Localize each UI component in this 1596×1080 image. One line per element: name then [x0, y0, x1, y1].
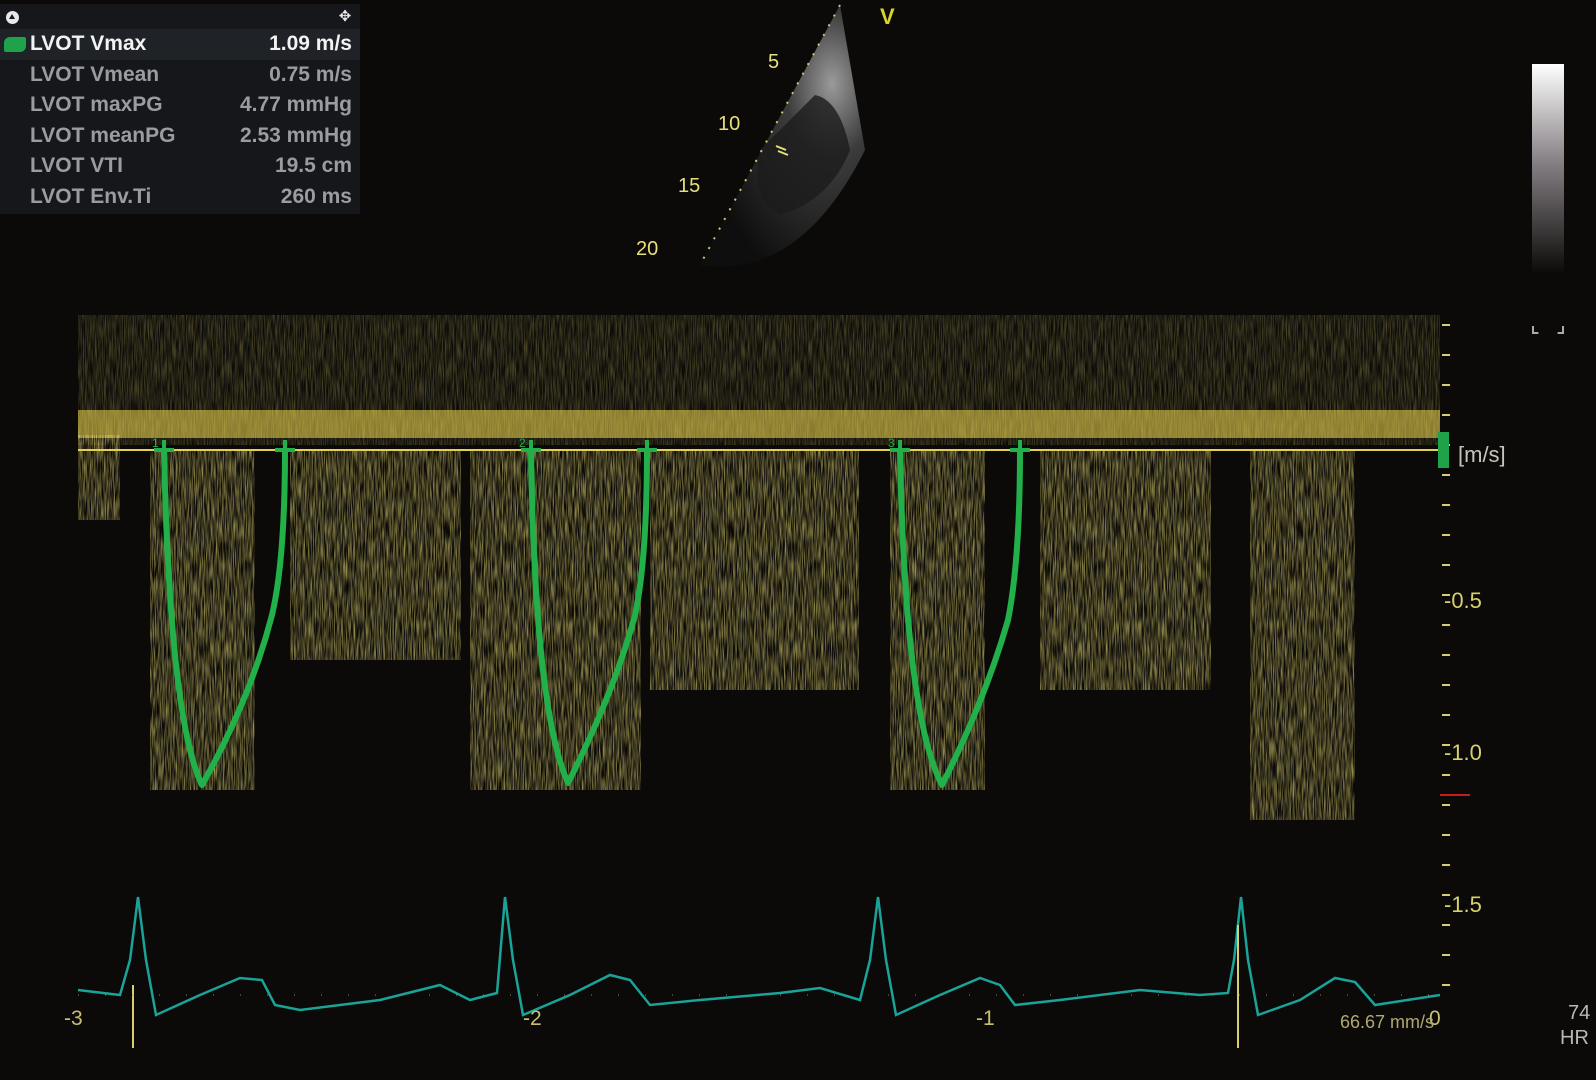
- measurement-row-lvot-meanpg[interactable]: LVOT meanPG 2.53 mmHg: [0, 121, 360, 152]
- collapse-up-icon[interactable]: [6, 11, 19, 24]
- measurement-panel: ✥ LVOT Vmax 1.09 m/s LVOT Vmean 0.75 m/s…: [0, 4, 360, 214]
- time-tick-label: -3: [64, 1007, 83, 1030]
- measurement-label: LVOT meanPG: [30, 123, 176, 147]
- flow-envelope: [1040, 450, 1211, 690]
- heart-rate-label: HR: [1560, 1027, 1589, 1049]
- measurement-row-lvot-env-ti[interactable]: LVOT Env.Ti 260 ms: [0, 182, 360, 213]
- sweep-speed-label: 66.67 mm/s: [1340, 1012, 1435, 1032]
- flow-envelope: [1250, 450, 1355, 820]
- doppler-spectrum: -0.5 -1.0 -1.5 1 2 3 -3 -2 -1 0: [64, 315, 1482, 1048]
- measurement-value: 260 ms: [280, 184, 352, 208]
- measurement-value: 19.5 cm: [274, 154, 352, 177]
- measurement-value: 4.77 mmHg: [239, 93, 352, 116]
- measurement-row-lvot-vmax[interactable]: LVOT Vmax 1.09 m/s: [0, 29, 360, 60]
- trace-marker-label: 3: [888, 436, 895, 450]
- velocity-tick-label: -1.5: [1444, 892, 1482, 917]
- flow-envelope: [290, 450, 461, 660]
- measurement-panel-header: ✥: [0, 4, 360, 29]
- measurement-label: LVOT VTI: [30, 154, 123, 177]
- time-tick-label: -2: [523, 1007, 542, 1030]
- measurement-value: 0.75 m/s: [269, 62, 352, 86]
- measurement-row-lvot-maxpg[interactable]: LVOT maxPG 4.77 mmHg: [0, 90, 360, 121]
- baseline-handle[interactable]: [1438, 432, 1449, 468]
- measurement-value: 1.09 m/s: [269, 32, 352, 55]
- view-marker: V: [880, 4, 895, 29]
- measurement-label: LVOT Vmean: [30, 62, 160, 86]
- velocity-tick-label: -0.5: [1444, 588, 1482, 613]
- measurement-value: 2.53 mmHg: [239, 123, 352, 147]
- spectral-band-bright: [78, 410, 1440, 438]
- flow-envelope: [78, 435, 120, 520]
- depth-mark: 5: [768, 51, 779, 73]
- trace-marker-label: 1: [152, 436, 159, 450]
- depth-mark: 10: [718, 113, 740, 135]
- time-tick-label: -1: [976, 1007, 995, 1030]
- measurement-label: LVOT Vmax: [30, 32, 147, 55]
- velocity-tick-label: -1.0: [1444, 740, 1482, 765]
- measurement-row-lvot-vmean[interactable]: LVOT Vmean 0.75 m/s: [0, 60, 360, 91]
- trace-marker-label: 2: [519, 436, 526, 450]
- measurement-row-lvot-vti[interactable]: LVOT VTI 19.5 cm: [0, 151, 360, 182]
- ecg-trace: [77, 896, 1441, 1017]
- depth-mark: 15: [678, 175, 700, 197]
- measurement-label: LVOT Env.Ti: [30, 184, 152, 208]
- flow-envelope: [650, 450, 859, 690]
- measurement-label: LVOT maxPG: [30, 93, 163, 116]
- depth-mark: 20: [636, 238, 658, 260]
- grayscale-bar: [1532, 64, 1564, 274]
- sector-thumbnail: 5 10 15 20: [636, 4, 865, 267]
- move-icon[interactable]: ✥: [338, 9, 352, 24]
- velocity-unit-label: [m/s]: [1458, 442, 1506, 467]
- heart-rate-value: 74: [1568, 1002, 1591, 1024]
- velocity-axis: [1442, 324, 1450, 986]
- active-measurement-marker-icon: [4, 37, 26, 52]
